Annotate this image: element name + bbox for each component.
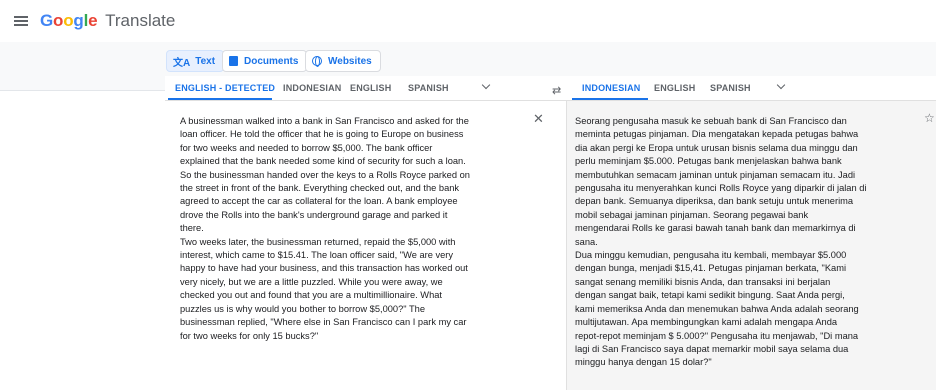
swap-icon[interactable]: ⇄ [552, 84, 561, 97]
document-icon [229, 56, 238, 66]
target-lang-indonesian[interactable]: INDONESIAN [582, 83, 641, 93]
text-mode-button[interactable]: 文A Text [166, 50, 225, 72]
left-gutter-bottom [0, 90, 165, 390]
source-lang-english[interactable]: ENGLISH [350, 83, 391, 93]
text-mode-label: Text [195, 55, 216, 67]
chevron-down-icon[interactable] [482, 82, 490, 90]
source-textarea[interactable]: A businessman walked into a bank in San … [180, 115, 520, 343]
menu-icon[interactable] [12, 14, 30, 28]
websites-mode-label: Websites [328, 55, 372, 67]
globe-icon [312, 56, 322, 67]
product-name: Translate [105, 11, 176, 30]
target-panel: Seorang pengusaha masuk ke sebuah bank d… [566, 101, 936, 390]
translate-app: Google Translate 文A Text Documents Websi… [0, 0, 936, 390]
star-icon[interactable]: ☆ [924, 111, 935, 125]
translate-icon: 文A [173, 57, 191, 69]
target-lang-spanish[interactable]: SPANISH [710, 83, 751, 93]
close-icon[interactable]: ✕ [533, 111, 544, 127]
source-lang-detected[interactable]: ENGLISH - DETECTED [175, 83, 275, 93]
documents-mode-button[interactable]: Documents [222, 50, 308, 72]
websites-mode-button[interactable]: Websites [305, 50, 381, 72]
source-lang-indonesian[interactable]: INDONESIAN [283, 83, 342, 93]
source-panel: A businessman walked into a bank in San … [165, 101, 552, 390]
top-bar: Google Translate [0, 0, 936, 42]
translation-output: Seorang pengusaha masuk ke sebuah bank d… [575, 116, 867, 368]
source-lang-active-indicator [168, 98, 272, 100]
chevron-down-icon[interactable] [777, 82, 785, 90]
source-lang-spanish[interactable]: SPANISH [408, 83, 449, 93]
target-lang-english[interactable]: ENGLISH [654, 83, 695, 93]
google-logo: Google [40, 11, 98, 30]
language-bar: ENGLISH - DETECTED INDONESIAN ENGLISH SP… [165, 76, 936, 101]
brand[interactable]: Google Translate [40, 11, 175, 31]
documents-mode-label: Documents [244, 55, 299, 67]
target-lang-active-indicator [572, 98, 648, 100]
